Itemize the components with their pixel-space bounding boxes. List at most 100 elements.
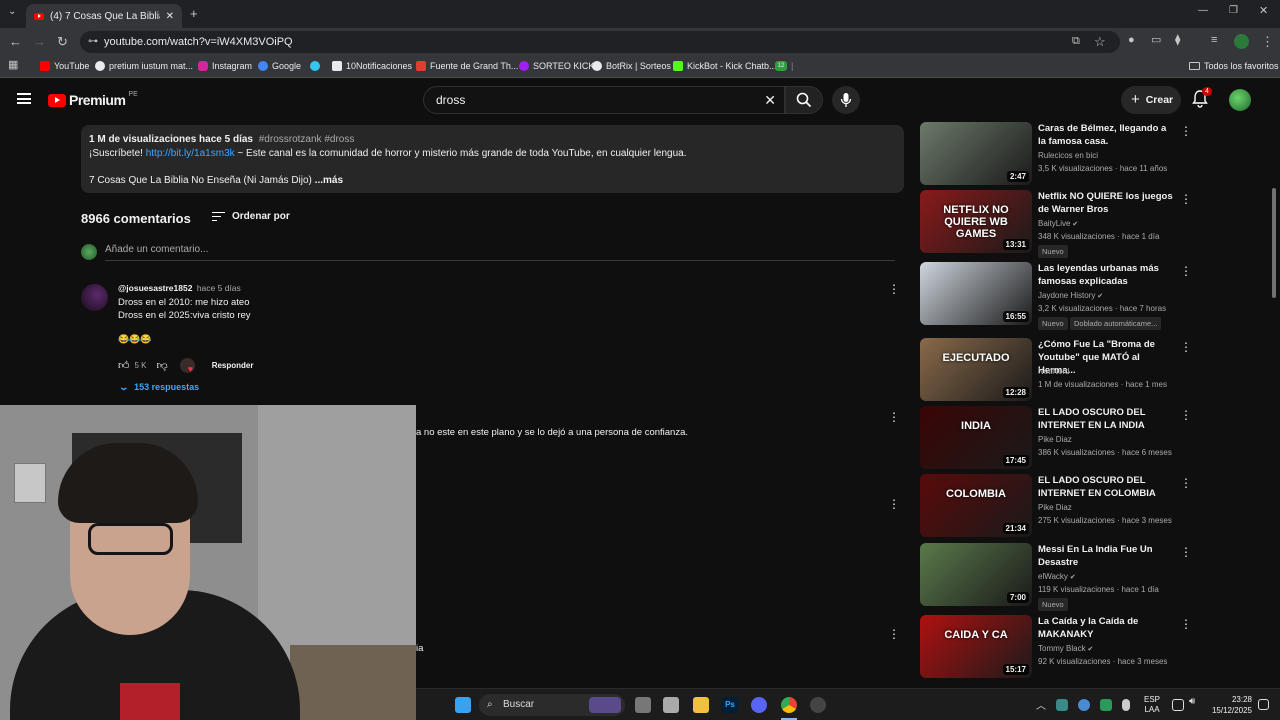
bookmark-google[interactable]: Google — [258, 61, 301, 71]
comment-author[interactable]: @josuesastre1852 — [118, 283, 192, 293]
install-icon[interactable]: ⧉ — [1072, 36, 1080, 47]
minimize-icon[interactable]: — — [1198, 6, 1208, 16]
hamburger-menu-icon[interactable] — [17, 93, 31, 104]
video-title[interactable]: Las leyendas urbanas más famosas explica… — [1038, 262, 1176, 288]
tray-chevron-icon[interactable]: ︿ — [1036, 697, 1046, 712]
video-title[interactable]: Caras de Bélmez, llegando a la famosa ca… — [1038, 122, 1176, 148]
bookmark-12[interactable]: 12 | — [775, 61, 793, 71]
tray-mic-icon[interactable] — [1122, 699, 1130, 711]
video-title[interactable]: EL LADO OSCURO DEL INTERNET EN COLOMBIA — [1038, 474, 1176, 500]
video-channel[interactable]: BaityLive ✔ — [1038, 219, 1078, 228]
taskbar-search[interactable]: ⌕ Buscar — [479, 694, 625, 716]
file-explorer-icon[interactable] — [693, 697, 709, 713]
search-button[interactable] — [785, 86, 823, 114]
extension-icon[interactable]: ● — [1128, 35, 1135, 46]
task-view-icon[interactable] — [635, 697, 651, 713]
related-video-item[interactable]: NETFLIX NO QUIERE WB GAMES 13:31 Netflix N… — [920, 190, 1200, 258]
video-title[interactable]: La Caída y la Caída de MAKANAKY — [1038, 615, 1176, 641]
video-description[interactable]: 1 M de visualizaciones hace 5 días #dros… — [81, 125, 904, 193]
bookmark-instagram[interactable]: Instagram — [198, 61, 252, 71]
comment-time[interactable]: hace 5 días — [197, 283, 241, 293]
media-icon[interactable]: ≡ — [1211, 35, 1217, 46]
windows-start-icon[interactable] — [455, 697, 471, 713]
video-menu-icon[interactable]: ⋮ — [1180, 408, 1192, 422]
bookmark-fuente[interactable]: Fuente de Grand Th... — [416, 61, 518, 71]
back-icon[interactable]: ← — [9, 35, 22, 48]
sort-button[interactable]: Ordenar por — [212, 211, 290, 222]
apps-icon[interactable]: ▦ — [8, 60, 18, 71]
forward-icon[interactable]: → — [33, 35, 46, 48]
video-channel[interactable]: elWacky ✔ — [1038, 572, 1076, 581]
video-menu-icon[interactable]: ⋮ — [1180, 340, 1192, 354]
video-menu-icon[interactable]: ⋮ — [1180, 476, 1192, 490]
app-icon[interactable] — [810, 697, 826, 713]
restore-icon[interactable]: ❐ — [1229, 6, 1238, 16]
clear-search-icon[interactable]: ✕ — [764, 87, 776, 113]
video-thumbnail[interactable]: 16:55 — [920, 262, 1032, 325]
video-thumbnail[interactable]: INDIA 17:45 — [920, 406, 1032, 469]
view-replies-button[interactable]: ⌄ 153 respuestas — [118, 382, 199, 393]
video-thumbnail[interactable]: CAIDA Y CA 15:17 — [920, 615, 1032, 678]
comment-menu-icon[interactable]: ⋮ — [888, 282, 900, 296]
profile-avatar[interactable] — [1234, 34, 1249, 49]
video-menu-icon[interactable]: ⋮ — [1180, 617, 1192, 631]
video-channel[interactable]: Jaydone History ✔ — [1038, 291, 1103, 300]
related-video-item[interactable]: INDIA 17:45 EL LADO OSCURO DEL INTERNET EN… — [920, 406, 1200, 470]
video-title[interactable]: Netflix NO QUIERE los juegos de Warner B… — [1038, 190, 1176, 216]
create-button[interactable]: + Crear — [1121, 86, 1181, 114]
comment-avatar[interactable] — [81, 284, 108, 311]
related-video-item[interactable]: CAIDA Y CA 15:17 La Caída y la Caída de MA… — [920, 615, 1200, 679]
related-video-item[interactable]: 2:47 Caras de Bélmez, llegando a la famos… — [920, 122, 1200, 186]
volume-icon[interactable]: 🔊︎ — [1189, 696, 1195, 707]
tray-icon-1[interactable] — [1056, 699, 1068, 711]
menu-icon[interactable]: ⋮ — [1261, 35, 1274, 48]
site-info-icon[interactable]: ⊶ — [88, 31, 98, 53]
comment-menu-icon-2[interactable]: ⋮ — [888, 410, 900, 424]
page-scrollbar[interactable] — [1272, 188, 1276, 298]
network-icon[interactable] — [1172, 699, 1184, 711]
video-channel[interactable]: NotiNerd — [1038, 367, 1070, 376]
video-title[interactable]: Messi En La India Fue Un Desastre — [1038, 543, 1176, 569]
extension2-icon[interactable]: ▭ — [1151, 35, 1161, 46]
tray-icon-2[interactable] — [1078, 699, 1090, 711]
reload-icon[interactable]: ↻ — [57, 35, 68, 48]
video-title[interactable]: EL LADO OSCURO DEL INTERNET EN LA INDIA — [1038, 406, 1176, 432]
video-menu-icon[interactable]: ⋮ — [1180, 192, 1192, 206]
hashtags[interactable]: #drossrotzank #dross — [259, 134, 355, 145]
related-video-item[interactable]: EJECUTADO 12:28 ¿Cómo Fue La "Broma de You… — [920, 338, 1200, 402]
bookmark-kickbot[interactable]: KickBot - Kick Chatb... — [673, 61, 777, 71]
bookmark-all-favorites[interactable]: Todos los favoritos — [1189, 61, 1279, 71]
add-comment-input[interactable]: Añade un comentario... — [105, 244, 895, 261]
new-tab-icon[interactable]: + — [190, 7, 198, 20]
video-menu-icon[interactable]: ⋮ — [1180, 545, 1192, 559]
language-indicator[interactable]: ESP LAA — [1144, 695, 1160, 715]
video-channel[interactable]: Pike Diaz — [1038, 435, 1072, 444]
bookmark-botrix[interactable]: BotRix | Sorteos — [592, 61, 671, 71]
comment-menu-icon-3[interactable]: ⋮ — [888, 497, 900, 511]
related-video-item[interactable]: COLOMBIA 21:34 EL LADO OSCURO DEL INTERNET… — [920, 474, 1200, 538]
video-thumbnail[interactable]: 7:00 — [920, 543, 1032, 606]
notification-center-icon[interactable] — [1258, 699, 1269, 710]
search-input[interactable]: dross ✕ — [423, 86, 785, 114]
photoshop-icon[interactable]: Ps — [722, 697, 738, 713]
video-thumbnail[interactable]: EJECUTADO 12:28 — [920, 338, 1032, 401]
like-icon[interactable]: 👍︎ — [118, 359, 130, 372]
bookmark-pretium[interactable]: pretium iustum mat... — [95, 61, 193, 71]
puzzle-icon[interactable]: ⧫ — [1175, 35, 1180, 46]
close-window-icon[interactable]: ✕ — [1259, 6, 1268, 17]
video-thumbnail[interactable]: NETFLIX NO QUIERE WB GAMES 13:31 — [920, 190, 1032, 253]
video-channel[interactable]: Tommy Black ✔ — [1038, 644, 1093, 653]
video-thumbnail[interactable]: COLOMBIA 21:34 — [920, 474, 1032, 537]
tray-icon-3[interactable] — [1100, 699, 1112, 711]
bookmark-sorteo-kick[interactable]: SORTEO KICK — [519, 61, 594, 71]
bookmark-10notificaciones[interactable]: 10Notificaciones — [332, 61, 412, 71]
printer-app-icon[interactable] — [663, 697, 679, 713]
video-channel[interactable]: Rulecicos en bici — [1038, 151, 1098, 160]
related-video-item[interactable]: 7:00 Messi En La India Fue Un Desastre elW… — [920, 543, 1200, 611]
comment-menu-icon-4[interactable]: ⋮ — [888, 627, 900, 641]
video-channel[interactable]: Pike Diaz — [1038, 503, 1072, 512]
show-more-button[interactable]: ...más — [315, 175, 343, 186]
notifications-button[interactable]: 4 — [1192, 87, 1212, 110]
account-avatar[interactable] — [1229, 89, 1251, 111]
reply-button[interactable]: Responder — [212, 361, 254, 370]
